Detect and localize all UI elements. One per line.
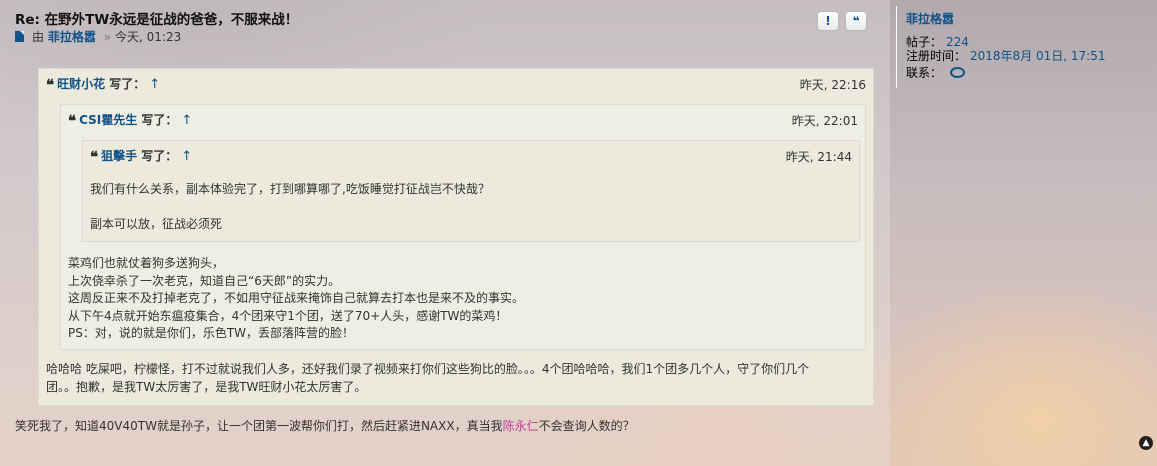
post-time: 今天, 01:23 bbox=[115, 30, 182, 44]
quote-line: 哈哈哈 吃屎吧，柠檬怪，打不过就说我们人多，还好我们录了视频来打你们这些狗比的脸… bbox=[46, 362, 810, 376]
quote-button[interactable]: ❝ bbox=[845, 11, 867, 31]
quote-line: 从下午4点就开始东瘟疫集合，4个团来守1个团，送了70+人头，感谢TW的菜鸡！ bbox=[68, 308, 508, 323]
quote-block-inner: ❝ 狙擊手 写了： ↑ 昨天, 21:44 我们有什么关系，副本体验完了，打到哪算哪… bbox=[82, 140, 860, 242]
quote-line: 菜鸡们也就仗着狗多送狗头， bbox=[68, 256, 225, 270]
quote-line: 上次侥幸杀了一次老克，知道自己“6天郎”的实力。 bbox=[68, 273, 341, 288]
reply-text-part: 不会查询人数的？ bbox=[538, 419, 635, 433]
quote-header: ❝ 狙擊手 写了： ↑ bbox=[90, 147, 192, 166]
quote-line: PS：对，说的就是你们，乐色TW，丢部落阵营的脸！ bbox=[68, 326, 355, 340]
post-panel: Re: 在野外TW永远是征战的爸爸，不服来战！ 由 菲拉格嚣 » 今天, 01:2… bbox=[0, 0, 890, 466]
quote-icon: ❝ bbox=[852, 14, 860, 28]
quote-time: 昨天, 22:16 bbox=[799, 78, 866, 92]
joined-date: 2018年8月 01日, 17:51 bbox=[970, 49, 1106, 63]
post-title[interactable]: Re: 在野外TW永远是征战的爸爸，不服来战！ bbox=[15, 8, 298, 28]
quote-line: 我们有什么关系，副本体验完了，打到哪算哪了,吃饭睡觉打征战岂不快哉？ bbox=[90, 182, 490, 196]
profile-contact: 联系： bbox=[906, 64, 966, 81]
chat-icon[interactable] bbox=[950, 67, 966, 78]
quote-author[interactable]: 狙擊手 bbox=[101, 149, 137, 163]
document-icon[interactable] bbox=[15, 31, 24, 42]
joined-label: 注册时间： bbox=[906, 49, 967, 63]
quote-time: 昨天, 21:44 bbox=[785, 150, 852, 164]
quote-text: 菜鸡们也就仗着狗多送狗头， 上次侥幸杀了一次老克，知道自己“6天郎”的实力。 这… bbox=[68, 255, 524, 343]
post-meta: 由 菲拉格嚣 » 今天, 01:23 bbox=[15, 28, 181, 45]
uparrow-icon[interactable]: ↑ bbox=[181, 149, 192, 164]
quote-icon: ❝ bbox=[46, 76, 55, 94]
quote-header: ❝ 旺财小花 写了： ↑ bbox=[46, 75, 160, 94]
wrote-label: 写了： bbox=[141, 113, 178, 127]
contact-label: 联系： bbox=[906, 66, 943, 80]
quote-line: 团。。抱歉，是我TW太厉害了，是我TW旺财小花太厉害了。 bbox=[46, 379, 367, 394]
profile-username[interactable]: 菲拉格嚣 bbox=[906, 10, 954, 27]
highlighted-name: 陈永仁 bbox=[502, 419, 539, 433]
uparrow-icon[interactable]: ↑ bbox=[181, 113, 192, 128]
quote-text: 哈哈哈 吃屎吧，柠檬怪，打不过就说我们人多，还好我们录了视频来打你们这些狗比的脸… bbox=[46, 361, 809, 396]
quote-author[interactable]: CSI瞿先生 bbox=[79, 113, 137, 127]
quote-line: 这周反正来不及打掉老克了，不如用守征战来掩饰自己就算去打本也是来不及的事实。 bbox=[68, 291, 525, 305]
quote-text: 我们有什么关系，副本体验完了，打到哪算哪了,吃饭睡觉打征战岂不快哉？ 副本可以放… bbox=[90, 181, 490, 233]
back-to-top-icon[interactable]: ▲ bbox=[1139, 436, 1153, 450]
reply-text: 笑死我了，知道40V40TW就是孙子，让一个团第一波帮你们打，然后赶紧进NAXX… bbox=[15, 417, 635, 434]
post-buttons: ! ❝ bbox=[817, 11, 867, 31]
separator: » bbox=[103, 30, 112, 44]
quote-author[interactable]: 旺财小花 bbox=[57, 77, 105, 91]
profile-divider bbox=[896, 6, 897, 88]
quote-icon: ❝ bbox=[68, 112, 77, 130]
by-label: 由 bbox=[32, 30, 45, 44]
post-author[interactable]: 菲拉格嚣 bbox=[48, 30, 96, 44]
report-button[interactable]: ! bbox=[817, 11, 839, 31]
quote-header: ❝ CSI瞿先生 写了： ↑ bbox=[68, 111, 192, 130]
reply-text-part: 笑死我了，知道40V40TW就是孙子，让一个团第一波帮你们打，然后赶紧进NAXX… bbox=[15, 419, 503, 433]
wrote-label: 写了： bbox=[109, 77, 146, 91]
uparrow-icon[interactable]: ↑ bbox=[149, 77, 160, 92]
quote-line: 副本可以放，征战必须死 bbox=[90, 216, 223, 231]
quote-time: 昨天, 22:01 bbox=[791, 114, 858, 128]
quote-icon: ❝ bbox=[90, 148, 99, 166]
wrote-label: 写了： bbox=[141, 149, 178, 163]
report-icon: ! bbox=[825, 14, 831, 28]
profile-joined: 注册时间： 2018年8月 01日, 17:51 bbox=[906, 47, 1106, 64]
